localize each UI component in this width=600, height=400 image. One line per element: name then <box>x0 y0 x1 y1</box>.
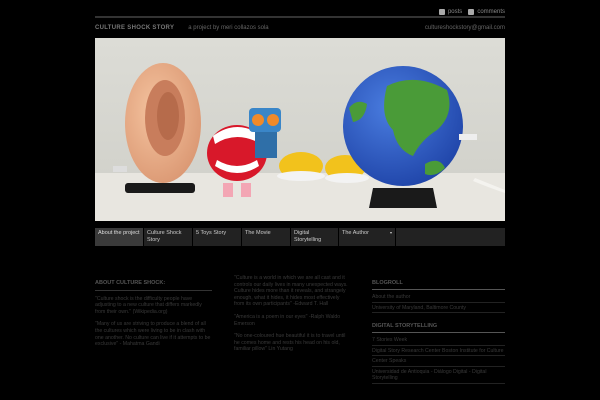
about-heading: ABOUT CULTURE SHOCK: <box>95 280 212 291</box>
site-header: CULTURE SHOCK STORY a project by meri co… <box>95 22 505 34</box>
site-tagline: a project by meri collazos sola <box>188 25 269 31</box>
quotes-section: "Culture is a world in which we are all … <box>234 275 350 359</box>
nav-digital-storytelling[interactable]: Digital Storytelling <box>291 228 339 246</box>
quote-lin-yutang: "No one-coloured hue beautiful it is to … <box>234 333 346 353</box>
header-divider <box>95 16 505 18</box>
nav-the-author-label: The Author <box>342 230 369 236</box>
blogroll-link-umbc[interactable]: University of Maryland, Baltimore County <box>372 303 505 313</box>
nav-the-author[interactable]: The Author ▾ <box>339 228 396 246</box>
about-quote-2: "Many of us are striving to produce a bl… <box>95 321 211 348</box>
ds-link-center-speaks[interactable]: Center Speaks <box>372 356 505 367</box>
blogroll-heading: BLOGROLL <box>372 280 505 290</box>
rss-icon <box>438 9 445 15</box>
toys-photo <box>95 38 505 221</box>
quote-hall: "Culture is a world in which we are all … <box>234 275 348 308</box>
ds-link-antioquia[interactable]: Universidad de Antioquia - Diálogo Digit… <box>372 367 505 384</box>
rss-icon <box>468 9 475 15</box>
top-feeds: posts comments <box>95 8 505 16</box>
comments-feed-link[interactable]: comments <box>468 9 505 15</box>
posts-feed-link[interactable]: posts <box>438 9 463 15</box>
nav-the-movie[interactable]: The Movie <box>242 228 291 246</box>
nav-5-toys-story[interactable]: 5 Toys Story <box>193 228 242 246</box>
nav-culture-shock-story[interactable]: Culture Shock Story <box>144 228 193 246</box>
blogroll-link-author[interactable]: About the author <box>372 292 505 303</box>
chevron-down-icon: ▾ <box>389 230 392 235</box>
about-quote-1: "Culture shock is the difficulty people … <box>95 295 202 315</box>
digital-storytelling-heading: DIGITAL STORYTELLING <box>372 323 505 333</box>
comments-feed-label: comments <box>477 9 505 15</box>
sidebar: BLOGROLL About the author University of … <box>372 280 505 384</box>
about-culture-shock-section: ABOUT CULTURE SHOCK: "Culture shock is t… <box>95 280 212 354</box>
ds-link-7-stories[interactable]: 7 Stories Week <box>372 335 505 346</box>
site-title[interactable]: CULTURE SHOCK STORY <box>95 25 174 31</box>
ds-link-research-center[interactable]: Digital Story Research Center Boston Ins… <box>372 346 505 356</box>
quote-emerson: "America is a poem in our eyes" -Ralph W… <box>234 313 341 327</box>
main-nav: About the project Culture Shock Story 5 … <box>95 228 505 246</box>
contact-email[interactable]: cultureshockstory@gmail.com <box>425 25 505 31</box>
nav-filler <box>396 228 505 246</box>
header-image <box>95 38 505 221</box>
nav-about-project[interactable]: About the project <box>95 228 144 246</box>
posts-feed-label: posts <box>447 9 463 15</box>
